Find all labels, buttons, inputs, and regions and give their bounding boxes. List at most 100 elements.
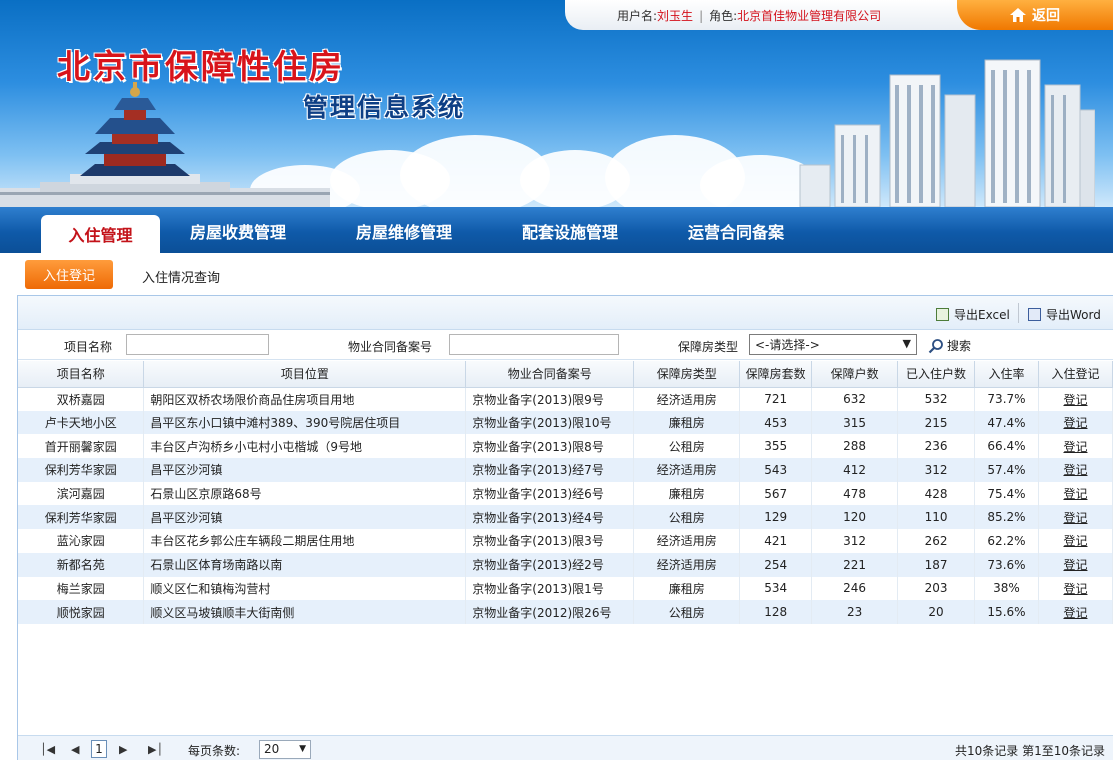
nav-tab-repair[interactable]: 房屋维修管理 bbox=[356, 219, 452, 243]
cell-occupancy-rate: 62.2% bbox=[974, 529, 1039, 553]
nav-tab-facilities[interactable]: 配套设施管理 bbox=[522, 219, 618, 243]
cell-household-count: 221 bbox=[811, 552, 899, 577]
page-size-label: 每页条数: bbox=[188, 744, 241, 758]
col-header: 已入住户数 bbox=[897, 361, 976, 388]
sub-nav: 入住登记 入住情况查询 bbox=[0, 253, 1113, 295]
export-excel-button[interactable]: 导出Excel bbox=[936, 306, 1010, 323]
nav-tab-checkin[interactable]: 入住管理 bbox=[41, 215, 160, 253]
cell-project-location: 顺义区马坡镇顺丰大街南侧 bbox=[143, 600, 467, 624]
cell-unit-count: 567 bbox=[739, 481, 813, 506]
toolbar: 导出Excel 导出Word bbox=[18, 296, 1113, 330]
table-row: 保利芳华家园 昌平区沙河镇 京物业备字(2013)经7号 经济适用房 543 412 312… bbox=[18, 458, 1113, 482]
cell-housing-type: 公租房 bbox=[633, 600, 741, 624]
housing-type-select[interactable]: <-请选择-> ▼ bbox=[749, 334, 917, 355]
search-button-label: 搜索 bbox=[947, 339, 972, 353]
subtab-checkin-query[interactable]: 入住情况查询 bbox=[142, 267, 220, 286]
register-link[interactable]: 登记 bbox=[1063, 440, 1087, 454]
next-page-icon[interactable]: ▶ bbox=[119, 743, 127, 756]
cell-household-count: 315 bbox=[811, 410, 899, 435]
cell-occupied-count: 203 bbox=[897, 576, 976, 601]
cell-housing-type: 经济适用房 bbox=[633, 458, 741, 482]
register-link[interactable]: 登记 bbox=[1063, 558, 1087, 572]
register-link[interactable]: 登记 bbox=[1063, 393, 1087, 407]
record-summary: 共10条记录 第1至10条记录 bbox=[955, 744, 1105, 758]
table-header-row: 项目名称 项目位置 物业合同备案号 保障房类型 保障房套数 保障户数 已入住户数… bbox=[18, 361, 1113, 388]
cell-project-name: 顺悦家园 bbox=[18, 600, 145, 624]
cell-project-location: 昌平区沙河镇 bbox=[143, 458, 467, 482]
register-link[interactable]: 登记 bbox=[1063, 606, 1087, 620]
system-subtitle: 管理信息系统 bbox=[303, 93, 466, 122]
cell-occupied-count: 236 bbox=[897, 434, 976, 459]
cell-housing-type: 经济适用房 bbox=[633, 552, 741, 577]
cell-project-name: 首开丽馨家园 bbox=[18, 434, 145, 459]
table-row: 卢卡天地小区 昌平区东小口镇中滩村389、390号院居住项目 京物业备字(2013)… bbox=[18, 410, 1113, 435]
cell-occupancy-rate: 15.6% bbox=[974, 600, 1039, 624]
cell-contract-no: 京物业备字(2012)限26号 bbox=[465, 600, 635, 624]
contract-no-input[interactable] bbox=[449, 334, 619, 355]
cell-project-name: 梅兰家园 bbox=[18, 576, 145, 601]
user-name: 刘玉生 bbox=[657, 9, 694, 23]
export-word-button[interactable]: 导出Word bbox=[1028, 306, 1101, 323]
project-name-input[interactable] bbox=[126, 334, 269, 355]
role-label: 角色: bbox=[709, 9, 738, 23]
cell-occupied-count: 215 bbox=[897, 410, 976, 435]
cell-register-link: 登记 bbox=[1038, 434, 1113, 459]
toolbar-divider bbox=[1018, 303, 1019, 323]
nav-tab-fees[interactable]: 房屋收费管理 bbox=[190, 219, 286, 243]
cell-household-count: 312 bbox=[811, 529, 899, 553]
col-header: 入住率 bbox=[974, 361, 1039, 388]
search-button[interactable]: 搜索 bbox=[928, 337, 971, 354]
cell-project-location: 石景山区京原路68号 bbox=[143, 481, 467, 506]
excel-icon bbox=[936, 308, 949, 321]
temple-of-heaven-image bbox=[0, 82, 330, 207]
cell-occupied-count: 532 bbox=[897, 387, 976, 411]
cell-household-count: 478 bbox=[811, 481, 899, 506]
last-page-icon[interactable]: ▶│ bbox=[148, 743, 163, 756]
cell-unit-count: 421 bbox=[739, 529, 813, 553]
cell-occupied-count: 110 bbox=[897, 505, 976, 530]
cell-project-name: 双桥嘉园 bbox=[18, 387, 145, 411]
register-link[interactable]: 登记 bbox=[1063, 534, 1087, 548]
header-banner: 北京市保障性住房 管理信息系统 用户名:刘玉生 | 角色:北京首佳物业管理有限公司 … bbox=[0, 0, 1113, 207]
table-row: 首开丽馨家园 丰台区卢沟桥乡小屯村小屯楷城（9号地 京物业备字(2013)限8号 公租… bbox=[18, 434, 1113, 459]
back-button[interactable]: 返回 bbox=[957, 0, 1113, 30]
first-page-icon[interactable]: │◀ bbox=[40, 743, 55, 756]
cell-housing-type: 公租房 bbox=[633, 505, 741, 530]
table-row: 保利芳华家园 昌平区沙河镇 京物业备字(2013)经4号 公租房 129 120 110 85… bbox=[18, 505, 1113, 530]
cell-project-location: 朝阳区双桥农场限价商品住房项目用地 bbox=[143, 387, 467, 411]
cell-housing-type: 公租房 bbox=[633, 434, 741, 459]
cell-register-link: 登记 bbox=[1038, 529, 1113, 553]
register-link[interactable]: 登记 bbox=[1063, 416, 1087, 430]
table-row: 滨河嘉园 石景山区京原路68号 京物业备字(2013)经6号 廉租房 567 478 428… bbox=[18, 481, 1113, 506]
housing-type-label: 保障房类型 bbox=[678, 340, 739, 354]
table-row: 蓝沁家园 丰台区花乡郭公庄车辆段二期居住用地 京物业备字(2013)限3号 经济适用房… bbox=[18, 529, 1113, 553]
subtab-checkin-register[interactable]: 入住登记 bbox=[25, 260, 113, 289]
cell-occupied-count: 428 bbox=[897, 481, 976, 506]
housing-type-selected: <-请选择-> bbox=[755, 338, 820, 352]
page-size-select[interactable]: 20 ▼ bbox=[259, 740, 311, 759]
cell-unit-count: 453 bbox=[739, 410, 813, 435]
table-row: 顺悦家园 顺义区马坡镇顺丰大街南侧 京物业备字(2012)限26号 公租房 128 23 2… bbox=[18, 600, 1113, 624]
cell-register-link: 登记 bbox=[1038, 505, 1113, 530]
cell-project-name: 卢卡天地小区 bbox=[18, 410, 145, 435]
cell-register-link: 登记 bbox=[1038, 552, 1113, 577]
nav-tab-contracts[interactable]: 运营合同备案 bbox=[688, 219, 784, 243]
cell-occupancy-rate: 66.4% bbox=[974, 434, 1039, 459]
cell-household-count: 23 bbox=[811, 600, 899, 624]
cell-contract-no: 京物业备字(2013)经2号 bbox=[465, 552, 635, 577]
cell-occupancy-rate: 47.4% bbox=[974, 410, 1039, 435]
cell-unit-count: 534 bbox=[739, 576, 813, 601]
col-header: 项目名称 bbox=[18, 361, 145, 388]
cell-housing-type: 廉租房 bbox=[633, 410, 741, 435]
pager: │◀ ◀ 1 ▶ ▶│ 每页条数: 20 ▼ 共10条记录 第1至10条记录 bbox=[18, 735, 1113, 760]
register-link[interactable]: 登记 bbox=[1063, 463, 1087, 477]
register-link[interactable]: 登记 bbox=[1063, 487, 1087, 501]
cell-contract-no: 京物业备字(2013)经7号 bbox=[465, 458, 635, 482]
prev-page-icon[interactable]: ◀ bbox=[71, 743, 79, 756]
cell-register-link: 登记 bbox=[1038, 481, 1113, 506]
col-header: 保障房套数 bbox=[739, 361, 813, 388]
register-link[interactable]: 登记 bbox=[1063, 511, 1087, 525]
page-number-input[interactable]: 1 bbox=[91, 740, 107, 758]
col-header: 入住登记 bbox=[1038, 361, 1113, 388]
register-link[interactable]: 登记 bbox=[1063, 582, 1087, 596]
